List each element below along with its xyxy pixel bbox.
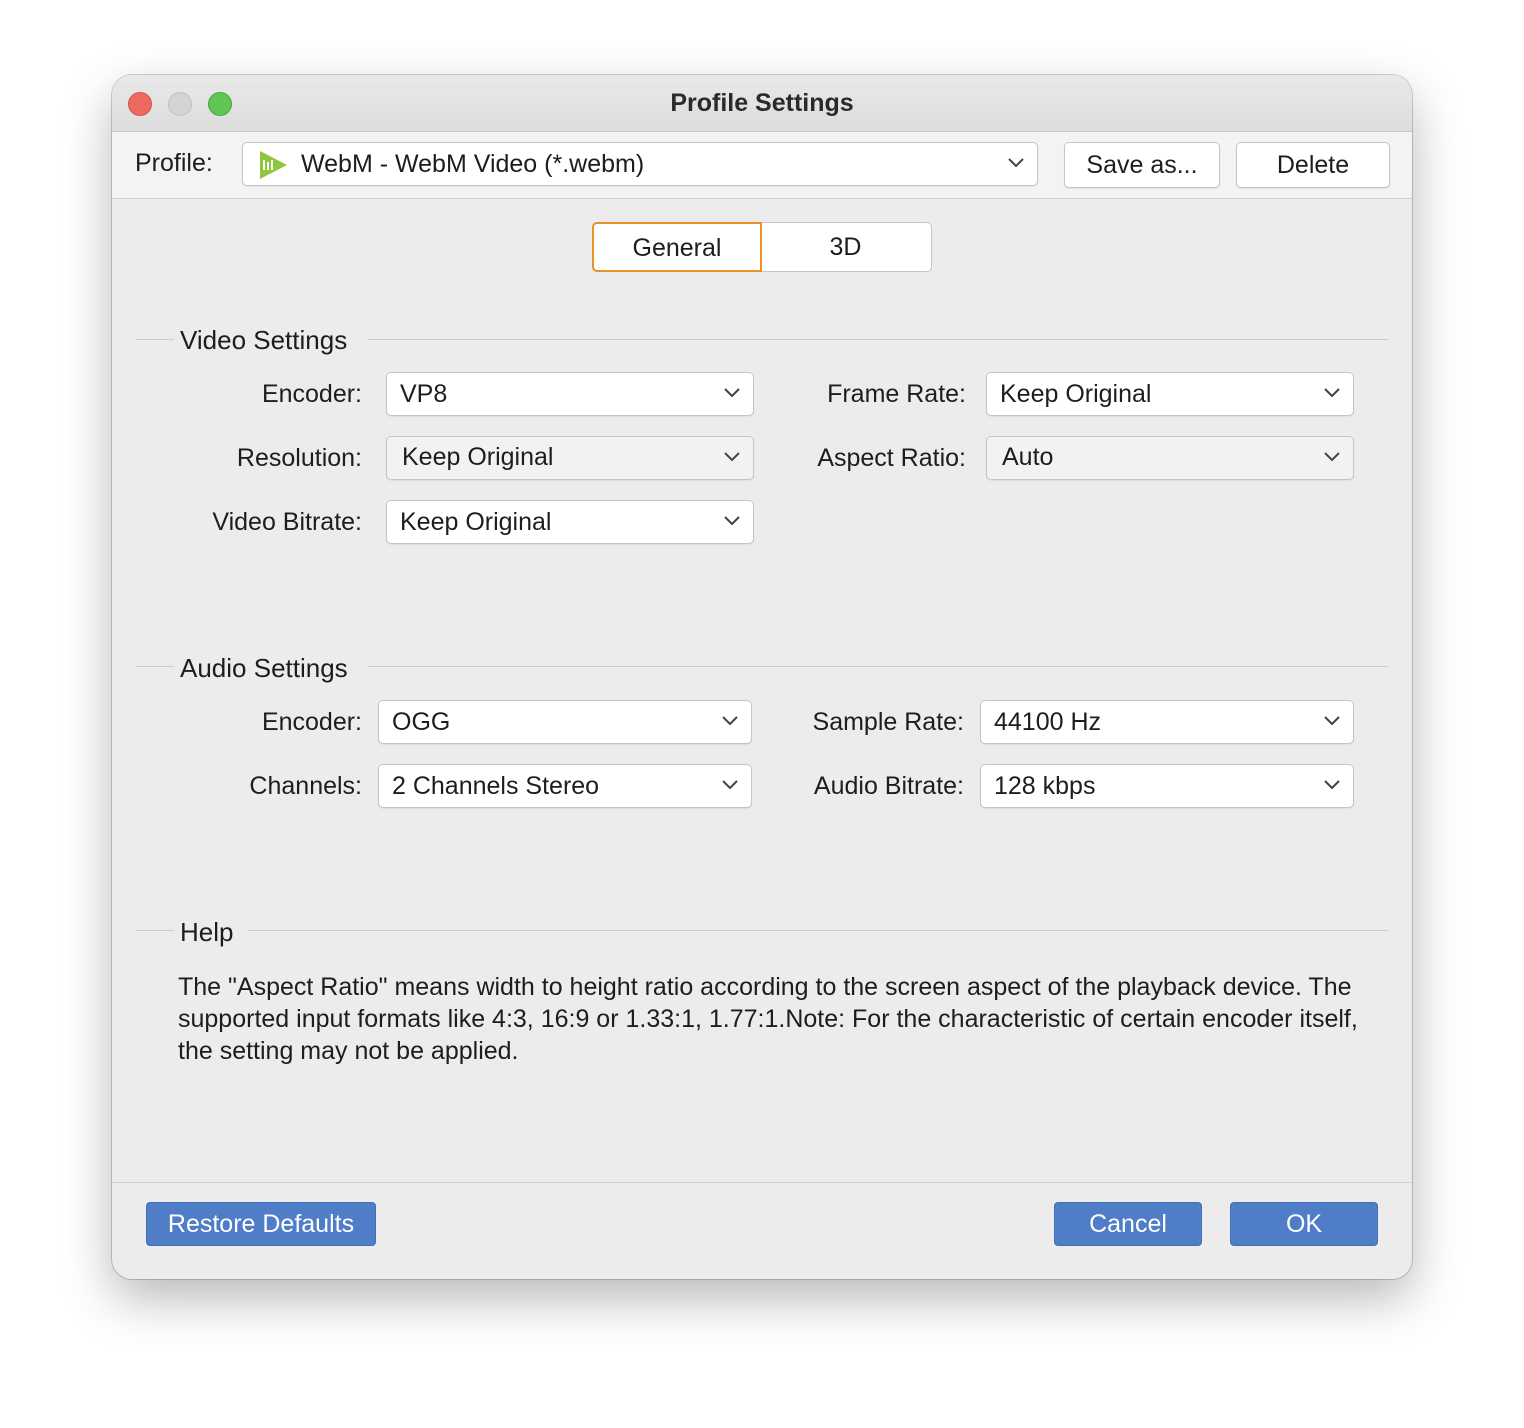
channels-value: 2 Channels Stereo [392, 772, 600, 800]
save-as-button[interactable]: Save as... [1064, 142, 1220, 188]
title-bar: Profile Settings [112, 75, 1412, 132]
video-settings-title: Video Settings [180, 325, 348, 355]
channels-select[interactable]: 2 Channels Stereo [378, 764, 752, 808]
aspect-ratio-label: Aspect Ratio: [817, 444, 966, 472]
resolution-select[interactable]: Keep Original [386, 436, 754, 480]
chevron-down-icon [1324, 388, 1340, 398]
webm-play-icon [257, 149, 289, 181]
section-divider [368, 666, 1388, 667]
channels-label: Channels: [249, 772, 362, 800]
chevron-down-icon [1008, 158, 1024, 168]
aspect-ratio-select[interactable]: Auto [986, 436, 1354, 480]
help-text: The "Aspect Ratio" means width to height… [178, 973, 1358, 1065]
frame-rate-label: Frame Rate: [827, 380, 966, 408]
aspect-ratio-value: Auto [1002, 443, 1054, 471]
profile-bar: Profile: WebM - WebM Video (*.webm) Save… [112, 132, 1412, 199]
frame-rate-select[interactable]: Keep Original [986, 372, 1354, 416]
chevron-down-icon [722, 780, 738, 790]
footer-divider [112, 1182, 1412, 1183]
profile-select-value: WebM - WebM Video (*.webm) [301, 150, 645, 178]
audio-settings-title: Audio Settings [180, 653, 348, 683]
delete-button[interactable]: Delete [1236, 142, 1390, 188]
audio-encoder-value: OGG [392, 708, 451, 736]
profile-select[interactable]: WebM - WebM Video (*.webm) [242, 142, 1038, 186]
section-divider [368, 339, 1388, 340]
ok-button[interactable]: OK [1230, 1202, 1378, 1246]
frame-rate-value: Keep Original [1000, 380, 1152, 408]
video-bitrate-value: Keep Original [400, 508, 552, 536]
audio-bitrate-value: 128 kbps [994, 772, 1096, 800]
sample-rate-value: 44100 Hz [994, 708, 1102, 736]
video-encoder-select[interactable]: VP8 [386, 372, 754, 416]
chevron-down-icon [724, 388, 740, 398]
tab-3d[interactable]: 3D [760, 222, 932, 272]
help-title: Help [180, 917, 234, 947]
profile-label: Profile: [135, 149, 213, 177]
section-divider [136, 339, 174, 340]
section-divider [248, 930, 1388, 931]
video-bitrate-select[interactable]: Keep Original [386, 500, 754, 544]
window-title: Profile Settings [670, 89, 854, 117]
audio-bitrate-label: Audio Bitrate: [813, 772, 964, 800]
restore-defaults-button[interactable]: Restore Defaults [146, 1202, 376, 1246]
resolution-label: Resolution: [236, 444, 362, 472]
chevron-down-icon [1324, 716, 1340, 726]
chevron-down-icon [1324, 452, 1340, 462]
chevron-down-icon [722, 716, 738, 726]
audio-bitrate-select[interactable]: 128 kbps [980, 764, 1354, 808]
sample-rate-label: Sample Rate: [812, 708, 964, 736]
video-encoder-value: VP8 [400, 380, 448, 408]
chevron-down-icon [724, 516, 740, 526]
cancel-button[interactable]: Cancel [1054, 1202, 1202, 1246]
profile-settings-window: Profile Settings Profile: WebM - WebM Vi… [112, 75, 1412, 1279]
section-divider [136, 930, 174, 931]
video-bitrate-label: Video Bitrate: [212, 508, 362, 536]
resolution-value: Keep Original [402, 443, 554, 471]
video-encoder-label: Encoder: [261, 380, 362, 408]
chevron-down-icon [1324, 780, 1340, 790]
tab-general[interactable]: General [592, 222, 762, 272]
section-divider [136, 666, 174, 667]
chevron-down-icon [724, 452, 740, 462]
audio-encoder-select[interactable]: OGG [378, 700, 752, 744]
audio-encoder-label: Encoder: [261, 708, 362, 736]
sample-rate-select[interactable]: 44100 Hz [980, 700, 1354, 744]
